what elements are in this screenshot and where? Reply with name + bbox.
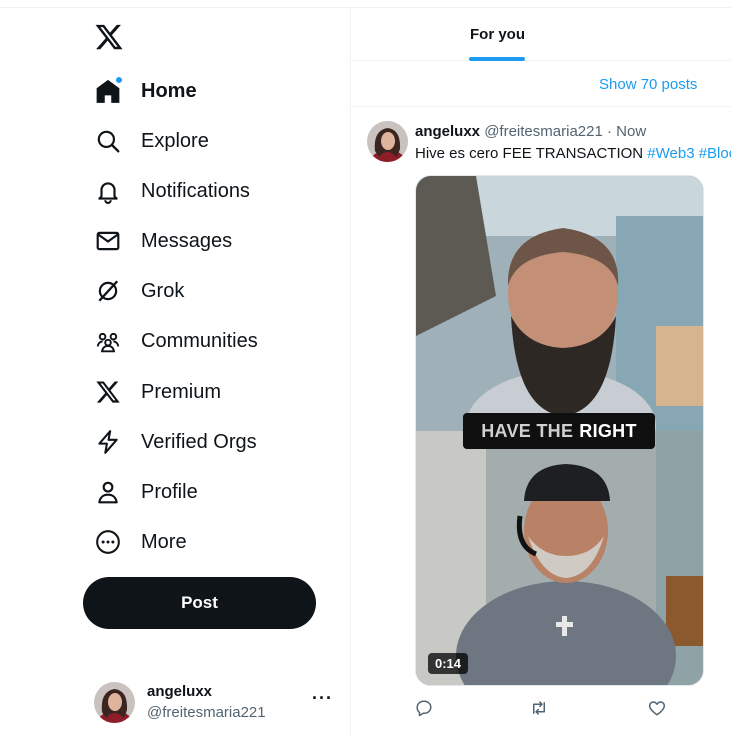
account-more-icon[interactable]: ··· bbox=[312, 688, 333, 709]
account-handle: @freitesmaria221 bbox=[147, 704, 266, 721]
tweet-author[interactable]: angeluxx @freitesmaria221 · Now bbox=[415, 123, 646, 140]
sidebar-item-notifications[interactable]: Notifications bbox=[84, 168, 260, 214]
show-posts-link[interactable]: Show 70 posts bbox=[599, 76, 697, 93]
x-logo-icon[interactable] bbox=[94, 22, 124, 52]
timeline: For you Show 70 posts angeluxx @freitesm… bbox=[351, 8, 731, 735]
tweet-video[interactable]: HAVE THE RIGHT 0:14 bbox=[415, 175, 704, 686]
avatar[interactable] bbox=[367, 121, 408, 162]
avatar bbox=[94, 682, 135, 723]
sidebar-item-label: More bbox=[141, 530, 187, 553]
person-icon bbox=[94, 478, 122, 506]
communities-icon bbox=[94, 327, 122, 355]
sidebar-item-profile[interactable]: Profile bbox=[84, 469, 208, 515]
account-name: angeluxx bbox=[147, 683, 213, 700]
grok-icon bbox=[94, 277, 122, 305]
like-icon[interactable] bbox=[648, 699, 670, 721]
home-icon bbox=[94, 76, 123, 105]
more-circle-icon bbox=[94, 528, 122, 556]
sidebar-item-premium[interactable]: Premium bbox=[84, 369, 231, 415]
sidebar-item-home[interactable]: Home bbox=[84, 68, 207, 114]
sidebar-item-grok[interactable]: Grok bbox=[84, 268, 194, 314]
show-new-posts-bar[interactable]: Show 70 posts bbox=[351, 61, 731, 107]
sidebar-item-label: Messages bbox=[141, 229, 233, 252]
sidebar-item-label: Verified Orgs bbox=[141, 430, 257, 453]
video-duration: 0:14 bbox=[428, 653, 469, 674]
mail-icon bbox=[94, 227, 122, 255]
video-caption: HAVE THE RIGHT bbox=[463, 413, 655, 449]
sidebar-item-messages[interactable]: Messages bbox=[84, 218, 242, 264]
account-switcher[interactable]: angeluxx @freitesmaria221 ··· bbox=[94, 680, 340, 726]
sidebar-item-label: Communities bbox=[141, 329, 258, 352]
search-icon bbox=[94, 127, 122, 155]
sidebar-item-explore[interactable]: Explore bbox=[84, 118, 219, 164]
bell-icon bbox=[94, 177, 122, 205]
sidebar-item-label: Grok bbox=[141, 279, 185, 302]
sidebar: Home Explore Notifications Messages Grok… bbox=[0, 0, 350, 735]
sidebar-item-verified-orgs[interactable]: Verified Orgs bbox=[84, 419, 267, 465]
tweet-actions bbox=[415, 699, 715, 723]
sidebar-item-communities[interactable]: Communities bbox=[84, 318, 268, 364]
sidebar-item-label: Home bbox=[141, 79, 197, 102]
sidebar-item-label: Profile bbox=[141, 480, 198, 503]
sidebar-item-label: Explore bbox=[141, 129, 209, 152]
video-caption-text: HAVE THE bbox=[481, 420, 574, 441]
sidebar-item-label: Premium bbox=[141, 380, 222, 403]
x-logo-icon bbox=[94, 378, 122, 406]
post-button[interactable]: Post bbox=[83, 577, 316, 629]
tweet[interactable]: angeluxx @freitesmaria221 · Now Hive es … bbox=[351, 107, 731, 735]
tweet-author-meta: @freitesmaria221 · Now bbox=[484, 123, 647, 140]
sidebar-item-label: Notifications bbox=[141, 179, 250, 202]
tweet-text: Hive es cero FEE TRANSACTION #Web3 #Bloc bbox=[415, 145, 731, 162]
video-caption-highlight: RIGHT bbox=[579, 420, 637, 441]
tweet-author-name[interactable]: angeluxx bbox=[415, 123, 480, 140]
retweet-icon[interactable] bbox=[530, 699, 552, 721]
reply-icon[interactable] bbox=[415, 699, 437, 721]
lightning-icon bbox=[94, 428, 122, 456]
tab-for-you[interactable]: For you bbox=[470, 8, 525, 61]
tab-bar: For you bbox=[351, 8, 731, 61]
tweet-body: Hive es cero FEE TRANSACTION bbox=[415, 145, 648, 162]
notification-dot bbox=[115, 76, 123, 84]
tweet-hashtags[interactable]: #Web3 #Bloc bbox=[647, 145, 731, 162]
sidebar-item-more[interactable]: More bbox=[84, 519, 197, 565]
